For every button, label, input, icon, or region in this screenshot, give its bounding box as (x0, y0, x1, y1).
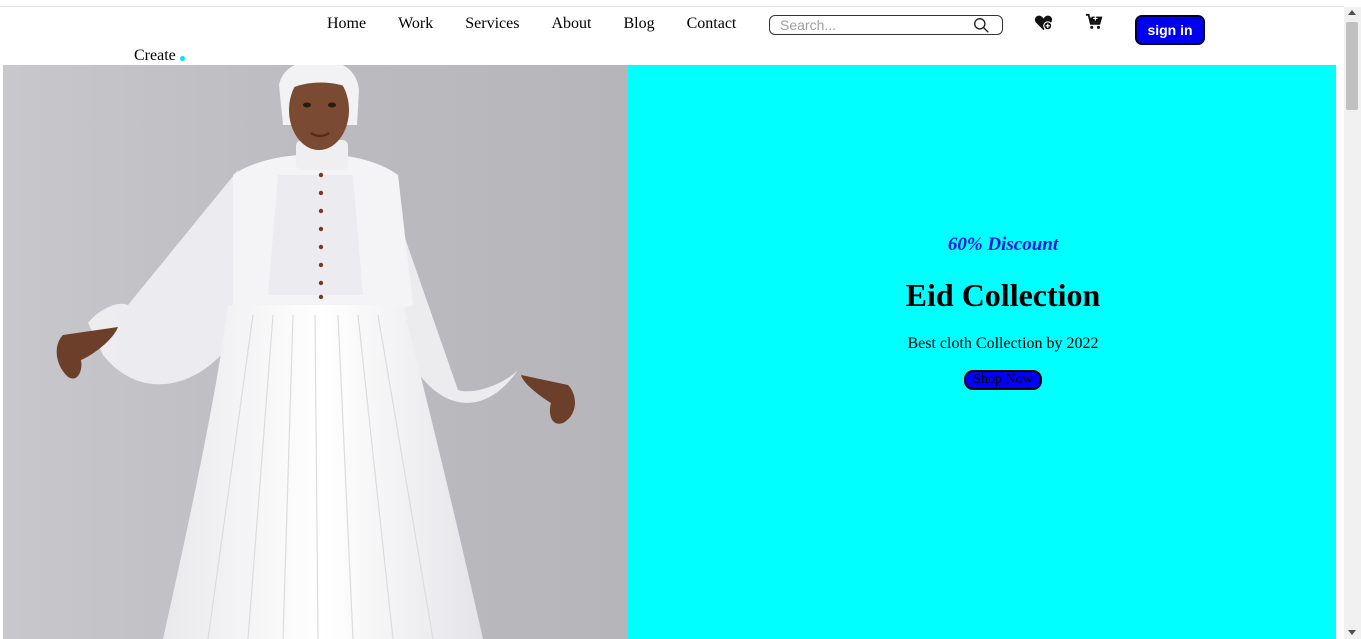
nav-link-services[interactable]: Services (449, 14, 535, 34)
scrollbar-thumb[interactable] (1346, 22, 1358, 110)
shop-now-button[interactable]: Shop Now (964, 370, 1042, 390)
nav-link-work[interactable]: Work (382, 14, 449, 34)
heart-icon[interactable] (1034, 14, 1053, 32)
nav-link-contact[interactable]: Contact (671, 14, 753, 34)
nav-link-blog[interactable]: Blog (607, 14, 670, 34)
scroll-down-arrow-icon[interactable] (1348, 630, 1356, 635)
hero-image (3, 65, 628, 639)
cart-icon[interactable] (1085, 13, 1103, 31)
nav-link-home[interactable]: Home (311, 14, 382, 34)
hero-promo-panel: 60% Discount Eid Collection Best cloth C… (628, 65, 1336, 639)
search-box (769, 15, 1003, 35)
search-input[interactable] (780, 17, 965, 33)
create-indicator-dot (180, 56, 185, 61)
hero-title: Eid Collection (905, 277, 1101, 313)
scroll-up-arrow-icon[interactable] (1348, 10, 1356, 15)
hero-subtitle: Best cloth Collection by 2022 (907, 335, 1099, 352)
nav-link-create[interactable]: Create (134, 47, 176, 65)
search-icon[interactable] (973, 17, 990, 34)
model-illustration (3, 65, 628, 639)
discount-label: 60% Discount (947, 234, 1059, 255)
nav-link-about[interactable]: About (535, 14, 607, 34)
sign-in-button[interactable]: sign in (1135, 15, 1205, 45)
main-navbar: Home Work Services About Blog Contact si… (0, 0, 1344, 64)
nav-links: Home Work Services About Blog Contact (311, 14, 752, 34)
